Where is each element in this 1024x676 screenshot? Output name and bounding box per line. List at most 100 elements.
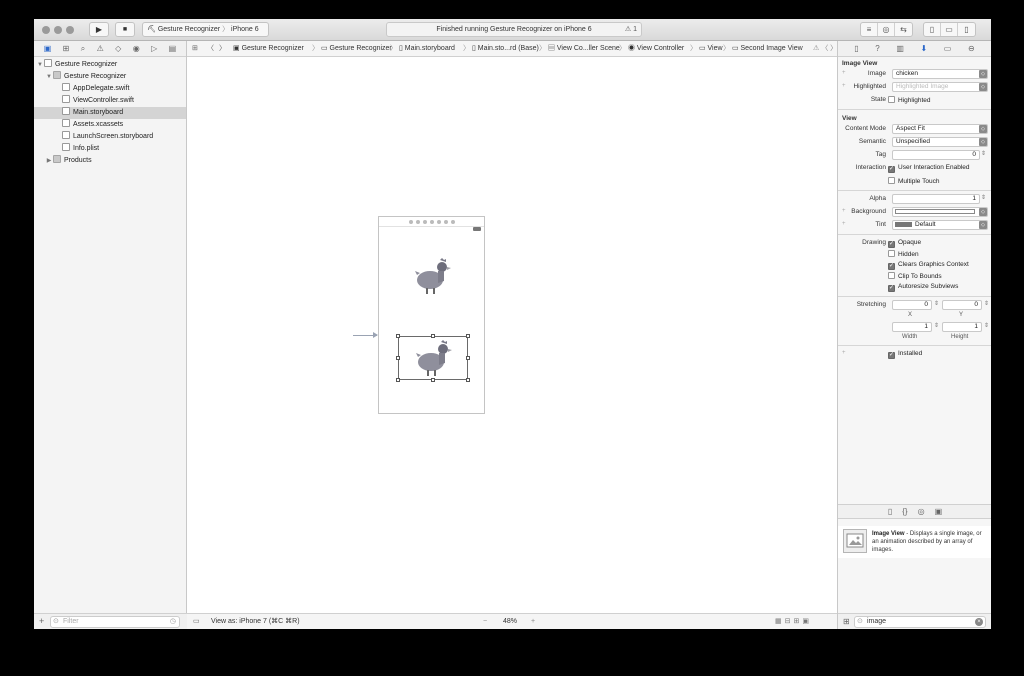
breadcrumb-base[interactable]: 〉 ▯ Main.sto...rd (Base) — [463, 41, 539, 56]
tint-color-well[interactable]: Default ◇ — [892, 220, 988, 230]
document-outline-icon[interactable]: ▭ — [193, 614, 200, 629]
navigator-item[interactable]: Main.storyboard — [34, 107, 186, 119]
size-inspector-icon[interactable]: ▭ — [944, 44, 952, 53]
breadcrumb-project[interactable]: ▣ Gesture Recognizer — [233, 41, 304, 56]
recent-files-icon[interactable]: ◷ — [170, 617, 176, 627]
user-interaction-checkbox[interactable]: ✓ User Interaction Enabled — [888, 164, 970, 173]
zoom-out-button[interactable]: − — [483, 614, 487, 629]
code-snippet-library-icon[interactable]: {} — [902, 507, 907, 516]
stretch-height-stepper-icon[interactable]: ⇕ — [984, 322, 989, 329]
clear-filter-icon[interactable]: × — [975, 618, 983, 626]
breadcrumb-second-image-view[interactable]: 〉 ▭ Second Image View — [723, 41, 803, 56]
image-field[interactable]: chicken ◇ — [892, 69, 988, 79]
navigator-item[interactable]: Assets.xcassets — [34, 119, 186, 131]
clears-context-checkbox[interactable]: ✓ Clears Graphics Context — [888, 261, 969, 270]
resize-handle-t[interactable] — [431, 334, 435, 338]
stretch-width-stepper-icon[interactable]: ⇕ — [934, 322, 939, 329]
issue-navigation-icon[interactable]: ⚠ 〈 〉 — [813, 41, 837, 56]
help-icon[interactable]: ? — [875, 44, 879, 53]
navigator-item[interactable]: Info.plist — [34, 143, 186, 155]
resize-handle-l[interactable] — [396, 356, 400, 360]
installed-checkbox[interactable]: ✓ Installed — [888, 350, 922, 359]
highlighted-image-field[interactable]: Highlighted Image ◇ — [892, 82, 988, 92]
breakpoint-icon[interactable]: ▷ — [151, 44, 157, 53]
content-mode-select[interactable]: Aspect Fit ◇ — [892, 124, 988, 134]
stretch-x-stepper-icon[interactable]: ⇕ — [934, 300, 939, 307]
library-filter-field[interactable]: ⊙ image × — [854, 616, 986, 628]
media-library-icon[interactable]: ▣ — [935, 507, 943, 516]
navigator-item[interactable]: ▼ Gesture Recognizer — [34, 59, 186, 71]
layout-tools-icons[interactable]: ▦⊟⊞▣ — [775, 614, 812, 629]
file-inspector-icon[interactable]: ▯ — [854, 44, 858, 53]
navigator-filter-field[interactable]: ⊙ Filter ◷ — [50, 616, 180, 628]
debug-icon[interactable]: ◉ — [133, 44, 140, 53]
resize-handle-tr[interactable] — [466, 334, 470, 338]
resize-handle-b[interactable] — [431, 378, 435, 382]
folder-icon[interactable]: ▣ — [44, 44, 52, 53]
add-icon[interactable]: + — [39, 616, 44, 626]
view-controller-scene[interactable] — [378, 216, 485, 414]
attributes-inspector-icon[interactable]: ⬇ — [921, 44, 928, 53]
hidden-checkbox[interactable]: Hidden — [888, 250, 919, 258]
resize-handle-bl[interactable] — [396, 378, 400, 382]
breadcrumb-storyboard[interactable]: 〉 ▯ Main.storyboard — [390, 41, 455, 56]
stretch-width-field[interactable]: 1 — [892, 322, 932, 332]
breadcrumb-scene[interactable]: 〉 ▤ View Co...ller Scene — [539, 41, 620, 56]
resize-handle-r[interactable] — [466, 356, 470, 360]
zoom-window-button[interactable] — [66, 26, 74, 34]
breadcrumb-group[interactable]: 〉 ▭ Gesture Recognizer — [312, 41, 392, 56]
scheme-selector[interactable]: ⛏ Gesture Recognizer 〉 iPhone 6 — [142, 22, 269, 37]
first-image-view[interactable] — [414, 257, 452, 297]
tag-stepper-icon[interactable]: ⇕ — [981, 150, 986, 157]
alpha-stepper-icon[interactable]: ⇕ — [981, 194, 986, 201]
clip-bounds-checkbox[interactable]: Clip To Bounds — [888, 272, 942, 280]
issues-icon[interactable]: ⚠ — [97, 44, 104, 53]
stretch-y-field[interactable]: 0 — [942, 300, 982, 310]
navigator-item[interactable]: LaunchScreen.storyboard — [34, 131, 186, 143]
run-button[interactable]: ▶ — [89, 22, 109, 37]
view-as-label[interactable]: View as: iPhone 7 (⌘C ⌘R) — [211, 614, 300, 629]
stretch-height-field[interactable]: 1 — [942, 322, 982, 332]
navigator-toggle-icon[interactable]: ▯ — [924, 23, 941, 36]
navigator-item[interactable]: ViewController.swift — [34, 95, 186, 107]
library-item-image-view[interactable]: Image View - Displays a single image, or… — [838, 526, 991, 558]
disclosure-triangle-icon[interactable]: ▶ — [45, 155, 53, 167]
resize-handle-br[interactable] — [466, 378, 470, 382]
minimize-window-button[interactable] — [54, 26, 62, 34]
tag-field[interactable]: 0 — [892, 150, 980, 160]
file-template-library-icon[interactable]: ▯ — [888, 507, 892, 516]
forward-icon[interactable]: 〉 — [219, 41, 226, 56]
stretch-y-stepper-icon[interactable]: ⇕ — [984, 300, 989, 307]
identity-inspector-icon[interactable]: ▥ — [896, 44, 904, 53]
search-icon[interactable]: ⌕ — [81, 44, 85, 54]
resize-handle-tl[interactable] — [396, 334, 400, 338]
autoresize-checkbox[interactable]: ✓ Autoresize Subviews — [888, 283, 958, 292]
second-image-view[interactable] — [396, 334, 470, 382]
report-icon[interactable]: ▤ — [169, 44, 177, 53]
navigator-item[interactable]: ▼ Gesture Recognizer — [34, 71, 186, 83]
assistant-editor-icon[interactable]: ◎ — [878, 23, 895, 36]
stop-button[interactable]: ■ — [115, 22, 135, 37]
alpha-field[interactable]: 1 — [892, 194, 980, 204]
tests-icon[interactable]: ◇ — [115, 44, 121, 53]
multiple-touch-checkbox[interactable]: Multiple Touch — [888, 177, 939, 185]
object-library-icon[interactable]: ◎ — [918, 507, 925, 516]
close-window-button[interactable] — [42, 26, 50, 34]
breadcrumb-view[interactable]: 〉 ▭ View — [690, 41, 723, 56]
navigator-item[interactable]: AppDelegate.swift — [34, 83, 186, 95]
standard-editor-icon[interactable]: ≡ — [861, 23, 878, 36]
disclosure-triangle-icon[interactable]: ▼ — [36, 59, 44, 71]
scene-dock[interactable] — [379, 217, 484, 227]
breadcrumb-view-controller[interactable]: 〉 ◉ View Controller — [619, 41, 684, 56]
utilities-toggle-icon[interactable]: ▯ — [958, 23, 975, 36]
zoom-level[interactable]: 48% — [503, 614, 517, 629]
warning-indicator[interactable]: ⚠ 1 — [625, 23, 637, 36]
storyboard-canvas[interactable] — [187, 57, 837, 613]
connections-inspector-icon[interactable]: ⊖ — [968, 44, 975, 53]
hierarchy-icon[interactable]: ⊞ — [63, 44, 70, 53]
highlighted-checkbox[interactable]: Highlighted — [888, 96, 931, 104]
navigator-item[interactable]: ▶ Products — [34, 155, 186, 167]
disclosure-triangle-icon[interactable]: ▼ — [45, 71, 53, 83]
grid-view-icon[interactable]: ⊞ — [843, 617, 850, 626]
semantic-select[interactable]: Unspecified ◇ — [892, 137, 988, 147]
